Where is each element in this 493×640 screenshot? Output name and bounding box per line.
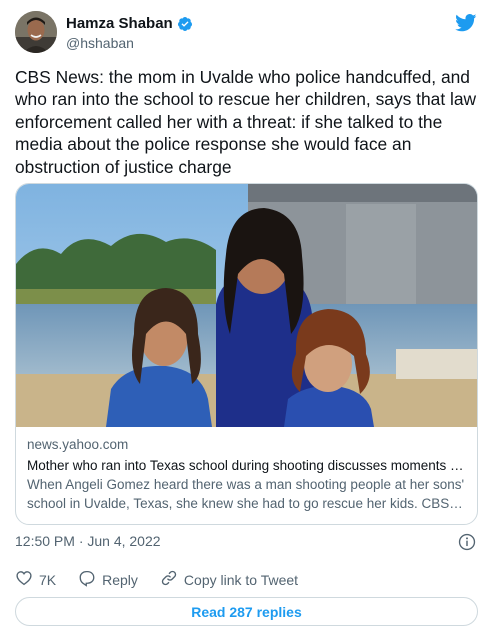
- reply-button[interactable]: Reply: [78, 569, 138, 590]
- author-name[interactable]: Hamza Shaban: [66, 15, 173, 32]
- copy-link-button[interactable]: Copy link to Tweet: [160, 569, 298, 590]
- tweet-embed: Hamza Shaban @hshaban CBS News: the mom …: [0, 0, 493, 640]
- link-preview-card[interactable]: news.yahoo.com Mother who ran into Texas…: [15, 183, 478, 525]
- heart-icon: [15, 569, 33, 590]
- reply-icon: [78, 569, 96, 590]
- action-bar: 7K Reply Copy link to Tweet: [15, 569, 320, 590]
- info-icon[interactable]: [458, 533, 476, 551]
- avatar[interactable]: [15, 11, 57, 53]
- author-handle[interactable]: @hshaban: [66, 35, 134, 51]
- card-image: [16, 184, 477, 427]
- verified-badge-icon: [177, 16, 193, 32]
- copy-link-label: Copy link to Tweet: [183, 571, 299, 588]
- like-button[interactable]: 7K: [15, 569, 56, 590]
- link-icon: [160, 569, 178, 590]
- card-description: When Angeli Gomez heard there was a man …: [27, 477, 465, 511]
- read-replies-button[interactable]: Read 287 replies: [15, 597, 478, 626]
- like-count: 7K: [39, 571, 57, 588]
- twitter-bird-icon[interactable]: [455, 14, 477, 32]
- tweet-timestamp[interactable]: 12:50 PM · Jun 4, 2022: [15, 533, 161, 549]
- card-title: Mother who ran into Texas school during …: [27, 458, 466, 473]
- tweet-text: CBS News: the mom in Uvalde who police h…: [15, 67, 477, 177]
- reply-label: Reply: [102, 571, 138, 588]
- card-domain: news.yahoo.com: [27, 437, 129, 452]
- author-name-row: Hamza Shaban: [66, 15, 193, 32]
